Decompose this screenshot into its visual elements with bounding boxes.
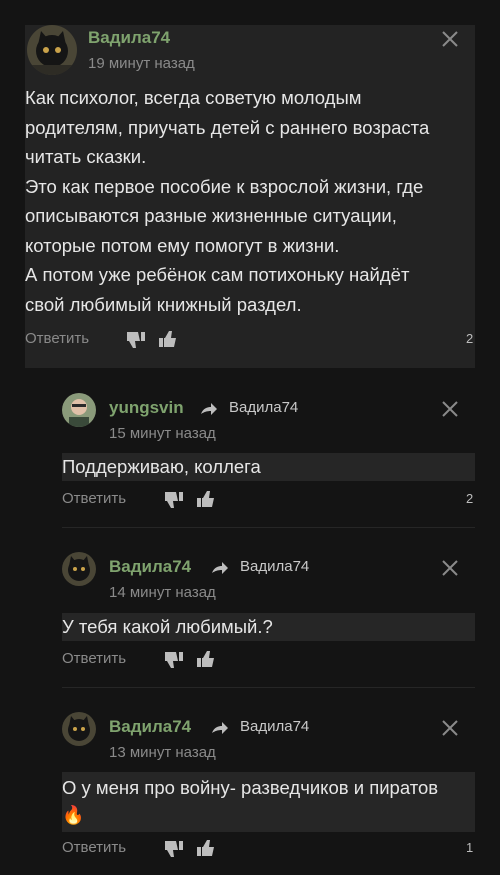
comment-reply: Вадила74 Вадила74 13 минут назад О у мен… bbox=[62, 712, 475, 862]
avatar[interactable] bbox=[62, 393, 96, 427]
comment-time: 14 минут назад bbox=[109, 584, 216, 601]
close-icon[interactable] bbox=[441, 30, 459, 48]
reply-button[interactable]: Ответить bbox=[25, 330, 89, 347]
comment-reply: yungsvin Вадила74 15 минут назад Поддерж… bbox=[62, 393, 475, 518]
cat-avatar-icon bbox=[62, 552, 96, 586]
comment-line: которые потом ему помогут в жизни. bbox=[25, 234, 340, 256]
reply-to-user[interactable]: Вадила74 bbox=[229, 399, 298, 416]
comment-time: 13 минут назад bbox=[109, 744, 216, 761]
author-name[interactable]: Вадила74 bbox=[109, 557, 191, 577]
cat-avatar-icon bbox=[62, 712, 96, 746]
comment-time: 19 минут назад bbox=[88, 55, 195, 72]
comment-line: А потом уже ребёнок сам потихоньку найдё… bbox=[25, 264, 410, 285]
close-icon[interactable] bbox=[441, 719, 459, 737]
thumbs-down-icon[interactable] bbox=[163, 490, 185, 510]
comment-line: свой любимый книжный раздел. bbox=[25, 293, 302, 315]
reply-button[interactable]: Ответить bbox=[62, 839, 126, 856]
comment-body: Поддерживаю, коллега bbox=[62, 453, 475, 481]
comment-line: родителям, приучать детей с раннего возр… bbox=[25, 116, 430, 138]
divider bbox=[62, 687, 475, 688]
comment-time: 15 минут назад bbox=[109, 425, 216, 442]
close-icon[interactable] bbox=[441, 400, 459, 418]
author-name[interactable]: Вадила74 bbox=[109, 717, 191, 737]
vote-count: 2 bbox=[466, 331, 474, 346]
comment-reply: Вадила74 Вадила74 14 минут назад У тебя … bbox=[62, 552, 475, 677]
comment-line: Как психолог, всегда советую молодым bbox=[25, 87, 362, 108]
comment-text: О у меня про войну- разведчиков и пирато… bbox=[62, 777, 439, 798]
divider bbox=[62, 527, 475, 528]
thumbs-down-icon[interactable] bbox=[125, 330, 147, 350]
close-icon[interactable] bbox=[441, 559, 459, 577]
comment-line: описываются разные жизненные ситуации, bbox=[25, 205, 397, 226]
reply-arrow-icon bbox=[211, 721, 229, 735]
vote-count: 2 bbox=[466, 491, 474, 506]
author-name[interactable]: Вадила74 bbox=[88, 28, 170, 48]
reply-to-user[interactable]: Вадила74 bbox=[240, 558, 309, 575]
thumbs-up-icon[interactable] bbox=[195, 489, 217, 509]
comment-line: Это как первое пособие к взрослой жизни,… bbox=[25, 175, 424, 197]
reply-to-user[interactable]: Вадила74 bbox=[240, 718, 309, 735]
comment-main: Вадила74 19 минут назад Как психолог, вс… bbox=[25, 25, 475, 368]
fire-emoji: 🔥 bbox=[62, 805, 85, 825]
thumbs-up-icon[interactable] bbox=[195, 838, 217, 858]
vote-count: 1 bbox=[466, 840, 474, 855]
avatar[interactable] bbox=[62, 552, 96, 586]
comment-body: У тебя какой любимый.? bbox=[62, 613, 475, 641]
thumbs-up-icon[interactable] bbox=[195, 649, 217, 669]
thumbs-down-icon[interactable] bbox=[163, 839, 185, 859]
reply-arrow-icon bbox=[211, 561, 229, 575]
comment-body: Как психолог, всегда советую молодым род… bbox=[25, 83, 429, 319]
thumbs-up-icon[interactable] bbox=[157, 329, 179, 349]
thumbs-down-icon[interactable] bbox=[163, 650, 185, 670]
cat-avatar-icon bbox=[27, 25, 77, 75]
reply-button[interactable]: Ответить bbox=[62, 490, 126, 507]
reply-arrow-icon bbox=[200, 402, 218, 416]
avatar[interactable] bbox=[27, 25, 77, 75]
reply-button[interactable]: Ответить bbox=[62, 650, 126, 667]
person-avatar-icon bbox=[62, 393, 96, 427]
author-name[interactable]: yungsvin bbox=[109, 398, 184, 418]
avatar[interactable] bbox=[62, 712, 96, 746]
comment-body: О у меня про войну- разведчиков и пирато… bbox=[62, 772, 475, 832]
comment-line: читать сказки. bbox=[25, 146, 147, 167]
